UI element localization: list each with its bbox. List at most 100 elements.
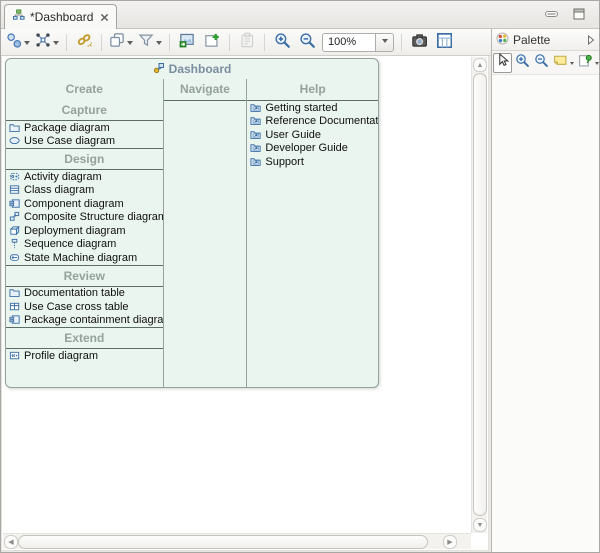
horizontal-scrollbar[interactable]: ◀ ▶ xyxy=(3,533,471,549)
scroll-up-arrow[interactable]: ▲ xyxy=(473,58,487,72)
dropdown-arrow-icon[interactable] xyxy=(570,62,574,67)
copy-appearance-button[interactable] xyxy=(107,31,135,53)
dashboard-item-profile-diagram[interactable]: Profile diagram xyxy=(6,349,163,363)
profile-icon xyxy=(9,350,21,362)
dashboard-item-composite-structure-diagram[interactable]: Composite Structure diagram xyxy=(6,211,163,225)
dropdown-arrow-icon[interactable] xyxy=(156,41,162,48)
dashboard-item-component-diagram[interactable]: Component diagram xyxy=(6,197,163,211)
palette-collapse-arrow[interactable] xyxy=(587,35,595,45)
note-tool[interactable] xyxy=(550,53,569,73)
help-folder-icon xyxy=(250,142,262,154)
tab-dashboard[interactable]: *Dashboard xyxy=(4,4,117,29)
snapshot-button[interactable] xyxy=(407,31,431,53)
shortcut-tool[interactable] xyxy=(575,53,594,73)
zoom-in-button[interactable] xyxy=(270,31,294,53)
diagram-canvas[interactable]: Dashboard CreateCapturePackage diagramUs… xyxy=(2,56,471,534)
palette-header[interactable]: Palette xyxy=(492,29,599,51)
dashboard-item-label: Use Case cross table xyxy=(24,301,129,313)
diagram-overview-button[interactable] xyxy=(432,31,456,53)
vertical-scroll-thumb[interactable] xyxy=(473,73,487,516)
filter-menu-button[interactable] xyxy=(136,31,164,53)
export-diagram-button[interactable] xyxy=(175,31,199,53)
dashboard-item-label: Documentation table xyxy=(24,287,125,299)
tab-close-icon[interactable] xyxy=(100,13,109,22)
dashboard-item-label: Composite Structure diagram xyxy=(24,211,163,223)
scroll-left-arrow[interactable]: ◀ xyxy=(4,535,18,549)
dashboard-item-label: State Machine diagram xyxy=(24,252,137,264)
dashboard-item-package-containment-diagram[interactable]: Package containment diagram xyxy=(6,314,163,328)
dashboard-header: Dashboard xyxy=(6,59,378,79)
column-header-navigate: Navigate xyxy=(164,79,247,100)
dropdown-arrow-icon[interactable] xyxy=(53,41,59,48)
zoom-out-icon xyxy=(534,53,548,72)
dashboard-columns: CreateCapturePackage diagramUse Case dia… xyxy=(6,79,378,387)
dashboard-item-label: Sequence diagram xyxy=(24,238,116,250)
palette-zoom-out-tool[interactable] xyxy=(531,53,550,73)
filter-icon xyxy=(138,32,154,53)
layout-menu-button[interactable] xyxy=(33,31,61,53)
horizontal-scroll-thumb[interactable] xyxy=(18,535,428,549)
cursor-icon xyxy=(496,53,510,72)
scroll-down-arrow[interactable]: ▼ xyxy=(473,518,487,532)
maximize-view-button[interactable] xyxy=(571,7,587,20)
palette-zoom-in-tool[interactable] xyxy=(512,53,531,73)
zoom-level-value[interactable]: 100% xyxy=(322,33,376,52)
dashboard-column-navigate: Navigate xyxy=(163,79,247,387)
toolbar-separator xyxy=(264,34,265,51)
toolbar-separator xyxy=(169,34,170,51)
dashboard-item-label: Profile diagram xyxy=(24,350,98,362)
section-header-extend: Extend xyxy=(6,328,163,348)
dashboard-item-class-diagram[interactable]: Class diagram xyxy=(6,184,163,198)
dropdown-arrow-icon[interactable] xyxy=(24,41,30,48)
image-pin-icon xyxy=(204,32,220,53)
new-diagram-view-button[interactable] xyxy=(200,31,224,53)
dashboard-item-label: Class diagram xyxy=(24,184,94,196)
dashboard-item-deployment-diagram[interactable]: Deployment diagram xyxy=(6,224,163,238)
vertical-scrollbar[interactable]: ▲ ▼ xyxy=(471,57,487,533)
dashboard-item-sequence-diagram[interactable]: Sequence diagram xyxy=(6,238,163,252)
zoom-out-button[interactable] xyxy=(295,31,319,53)
diagram-tree-icon xyxy=(12,9,25,25)
selection-tool[interactable] xyxy=(493,53,512,73)
dropdown-arrow-icon[interactable] xyxy=(127,41,133,48)
dashboard-item-use-case-diagram[interactable]: Use Case diagram xyxy=(6,135,163,149)
sync-with-model-button[interactable] xyxy=(72,31,96,53)
dashboard-item-state-machine-diagram[interactable]: State Machine diagram xyxy=(6,251,163,265)
zoom-in-icon xyxy=(515,53,529,72)
toolbar-separator xyxy=(66,34,67,51)
palette-toolbar xyxy=(492,51,599,75)
dashboard-item-user-guide[interactable]: User Guide xyxy=(247,128,378,142)
dashboard-item-getting-started[interactable]: Getting started xyxy=(247,101,378,115)
dashboard-item-label: Reference Documentation xyxy=(265,115,378,127)
dashboard-item-label: User Guide xyxy=(265,129,321,141)
dashboard-column-help: HelpGetting startedReference Documentati… xyxy=(246,79,378,387)
component-icon xyxy=(9,314,21,326)
page-pin-icon xyxy=(578,53,592,72)
paste-button xyxy=(235,31,259,53)
dashboard-item-developer-guide[interactable]: Developer Guide xyxy=(247,142,378,156)
scroll-right-arrow[interactable]: ▶ xyxy=(443,535,457,549)
palette-icon xyxy=(496,32,509,48)
sequence-icon xyxy=(9,238,21,250)
component-icon xyxy=(9,198,21,210)
minimize-view-button[interactable] xyxy=(543,7,559,20)
arrange-selection-button[interactable] xyxy=(4,31,32,53)
image-badge-icon xyxy=(179,32,195,53)
dashboard-item-documentation-table[interactable]: Documentation table xyxy=(6,287,163,301)
editor-area: Dashboard CreateCapturePackage diagramUs… xyxy=(1,56,489,551)
help-folder-icon xyxy=(250,115,262,127)
dashboard-item-support[interactable]: Support xyxy=(247,155,378,169)
column-header-create: Create xyxy=(6,79,163,100)
dashboard-item-reference-documentation[interactable]: Reference Documentation xyxy=(247,115,378,129)
zoom-level-combo[interactable]: 100% xyxy=(322,33,394,52)
help-folder-icon xyxy=(250,129,262,141)
dashboard-item-label: Package containment diagram xyxy=(24,314,163,326)
dashboard-item-package-diagram[interactable]: Package diagram xyxy=(6,121,163,135)
dashboard-item-label: Use Case diagram xyxy=(24,135,115,147)
dashboard-item-use-case-cross-table[interactable]: Use Case cross table xyxy=(6,300,163,314)
zoom-level-dropdown-button[interactable] xyxy=(376,33,394,52)
dropdown-arrow-icon[interactable] xyxy=(595,62,599,67)
class-icon xyxy=(9,184,21,196)
dashboard-item-activity-diagram[interactable]: Activity diagram xyxy=(6,170,163,184)
dashboard-item-label: Getting started xyxy=(265,102,337,114)
